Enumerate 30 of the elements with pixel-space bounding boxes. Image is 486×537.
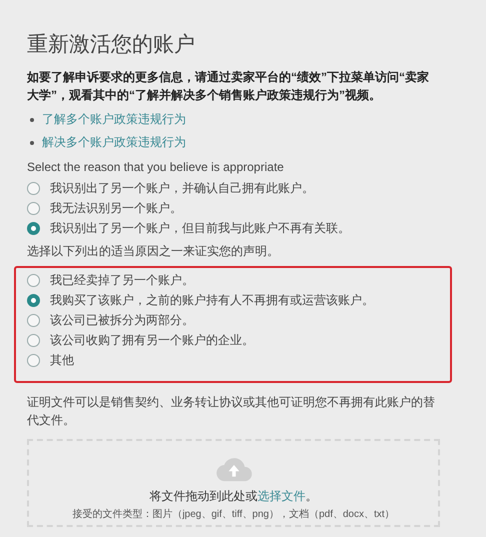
option-label: 该公司收购了拥有另一个账户的企业。 bbox=[50, 332, 254, 349]
option-label: 我识别出了另一个账户，但目前我与此账户不再有关联。 bbox=[50, 220, 350, 237]
question-text: Select the reason that you believe is appropriate bbox=[27, 160, 285, 174]
option-label: 其他 bbox=[50, 352, 74, 369]
drop-zone[interactable]: 将文件拖动到此处或选择文件。 接受的文件类型：图片（jpeg、gif、tiff、png），文档（pdf、docx、txt） bbox=[27, 439, 440, 527]
option-label: 我无法识别另一个账户。 bbox=[50, 200, 182, 217]
intro-text: 如要了解申诉要求的更多信息，请通过卖家平台的“绩效”下拉菜单访问“卖家大学”，观看其中的“了解并解决多个销售账户政策违规行为”视频。 bbox=[27, 69, 430, 104]
question-text: 选择以下列出的适当原因之一来证实您的声明。 bbox=[27, 243, 280, 260]
radio-button[interactable] bbox=[27, 182, 40, 195]
page-title: 重新激活您的账户 bbox=[27, 32, 196, 58]
bullet-icon bbox=[30, 140, 34, 144]
radio-button[interactable] bbox=[27, 294, 40, 307]
radio-button[interactable] bbox=[27, 354, 40, 367]
radio-button[interactable] bbox=[27, 334, 40, 347]
note-text: 证明文件可以是销售契约、业务转让协议或其他可证明您不再拥有此账户的替代文件。 bbox=[27, 394, 436, 429]
radio-button[interactable] bbox=[27, 202, 40, 215]
choose-file-link[interactable]: 选择文件 bbox=[258, 489, 306, 503]
radio-button[interactable] bbox=[27, 274, 40, 287]
option-label: 该公司已被拆分为两部分。 bbox=[50, 312, 194, 329]
option-label: 我购买了该账户，之前的账户持有人不再拥有或运营该账户。 bbox=[50, 292, 374, 309]
radio-button[interactable] bbox=[27, 222, 40, 235]
radio-button[interactable] bbox=[27, 314, 40, 327]
help-link[interactable]: 解决多个账户政策违规行为 bbox=[42, 134, 186, 151]
drop-instruction: 将文件拖动到此处或选择文件。 bbox=[150, 488, 318, 505]
help-link[interactable]: 了解多个账户政策违规行为 bbox=[42, 111, 186, 128]
option-label: 我识别出了另一个账户，并确认自己拥有此账户。 bbox=[50, 180, 314, 197]
option-label: 我已经卖掉了另一个账户。 bbox=[50, 272, 194, 289]
upload-cloud-icon bbox=[216, 457, 252, 482]
file-types-text: 接受的文件类型：图片（jpeg、gif、tiff、png），文档（pdf、docx、txt） bbox=[72, 508, 395, 521]
bullet-icon bbox=[30, 118, 34, 122]
